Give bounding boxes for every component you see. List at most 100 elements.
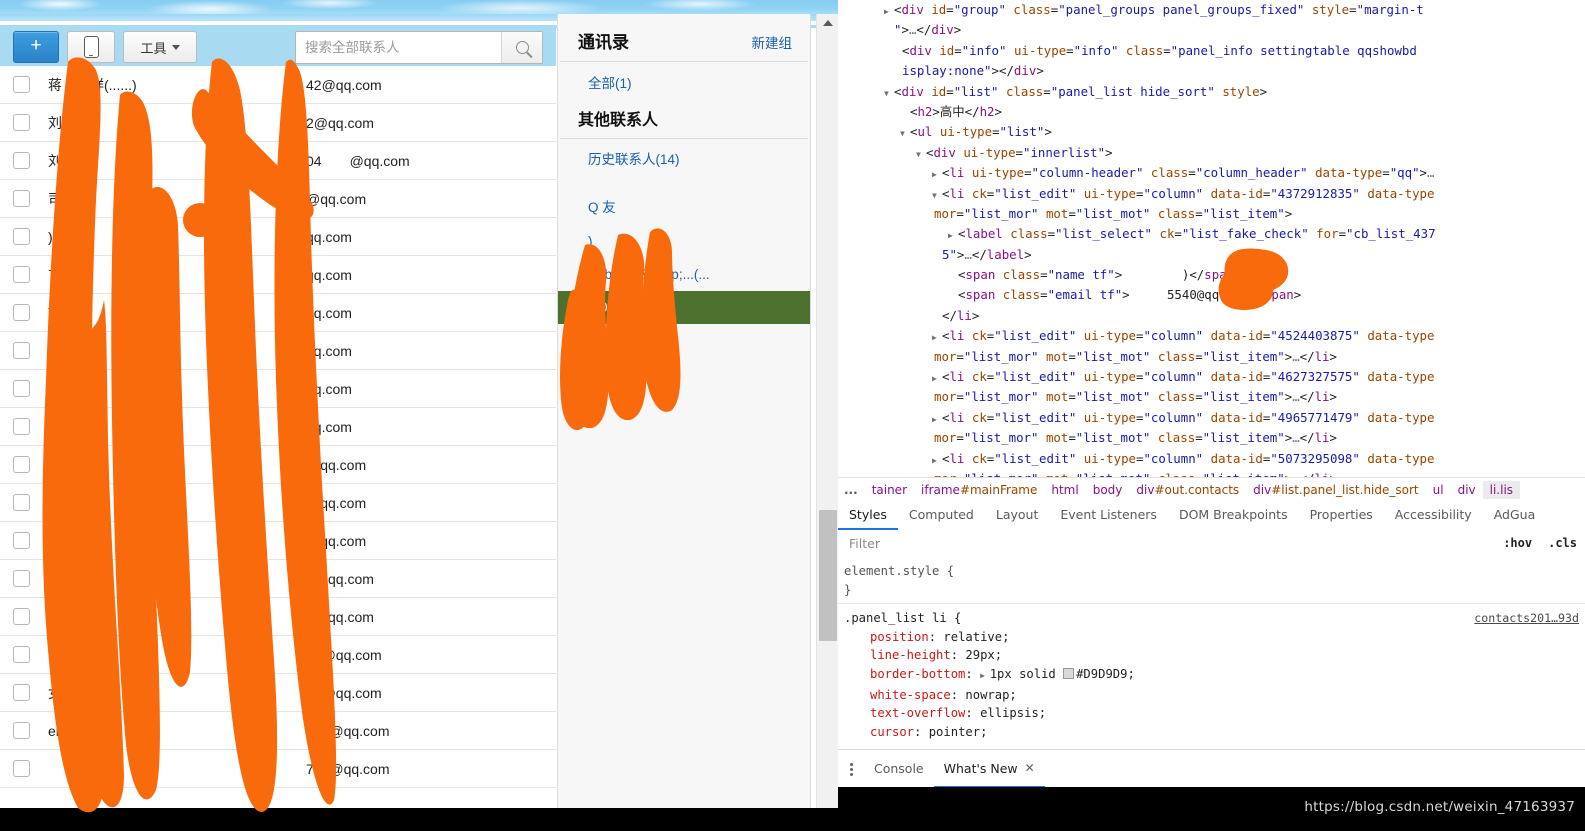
sidebar-pane-tabs[interactable]: Styles Computed Layout Event Listeners DOM B… <box>838 501 1585 531</box>
dom-tree-line[interactable]: <li ui-type="column-header" class="colum… <box>838 163 1585 183</box>
tools-dropdown-button[interactable]: 工具 <box>123 31 197 63</box>
table-row[interactable]: ) qq.com <box>0 218 556 256</box>
contacts-table[interactable]: 蒋 祥(......) 42@qq.com 刘 言 ) 2@qq.com 刘 04 @q… <box>0 66 556 808</box>
search-button[interactable] <box>501 32 542 63</box>
tab-dom-breakpoints[interactable]: DOM Breakpoints <box>1168 501 1299 530</box>
css-declaration[interactable]: line-height: 29px; <box>844 646 1585 665</box>
chevron-right-icon[interactable] <box>932 408 942 430</box>
row-checkbox[interactable] <box>13 684 30 701</box>
row-checkbox[interactable] <box>13 228 30 245</box>
breadcrumb-item[interactable]: li.lis <box>1482 481 1521 499</box>
css-property[interactable]: position <box>870 630 929 644</box>
chevron-right-icon[interactable] <box>932 163 942 185</box>
row-checkbox[interactable] <box>13 114 30 131</box>
group-sublist[interactable]: ) &nbsp;in&nbsp;...(... (105) <box>558 225 810 324</box>
group-item[interactable]: ) <box>558 225 810 258</box>
tab-accessibility[interactable]: Accessibility <box>1384 501 1483 530</box>
chevron-right-icon[interactable] <box>932 326 942 348</box>
scrollbar-thumb[interactable] <box>819 510 837 641</box>
tab-layout[interactable]: Layout <box>985 501 1050 530</box>
table-row[interactable]: hotdly.❤) @qq.com <box>0 522 556 560</box>
cls-toggle-button[interactable]: .cls <box>1540 536 1585 550</box>
row-checkbox[interactable] <box>13 152 30 169</box>
css-value-color[interactable]: #D9D9D9; <box>1076 667 1135 681</box>
row-checkbox[interactable] <box>13 722 30 739</box>
styles-pane[interactable]: element.style { } contacts201…93d .panel… <box>838 556 1585 749</box>
mobile-contacts-button[interactable] <box>67 31 115 63</box>
table-row[interactable]: qq.com <box>0 370 556 408</box>
group-item-history[interactable]: 历史联系人(14) <box>558 139 810 177</box>
row-checkbox[interactable] <box>13 190 30 207</box>
css-declaration[interactable]: position: relative; <box>844 628 1585 647</box>
table-row[interactable]: 刘 04 @qq.com <box>0 142 556 180</box>
add-contact-button[interactable]: + <box>13 31 59 63</box>
table-row[interactable]: ers.) 149@qq.com <box>0 712 556 750</box>
dom-tree-line[interactable]: <li ck="list_edit" ui-type="column" data… <box>838 408 1585 428</box>
table-row[interactable]: 女孩) 87@qq.com <box>0 674 556 712</box>
dom-tree-line[interactable]: <li ck="list_edit" ui-type="column" data… <box>838 326 1585 346</box>
css-property[interactable]: line-height <box>870 648 951 662</box>
breadcrumb-item[interactable]: html <box>1044 481 1085 499</box>
table-row[interactable]: 15@qq.com <box>0 636 556 674</box>
row-checkbox[interactable] <box>13 418 30 435</box>
table-row[interactable]: ) qq.com <box>0 294 556 332</box>
table-row[interactable]: 刘 言 ) 2@qq.com <box>0 104 556 142</box>
group-item[interactable]: &nbsp;in&nbsp;...(... <box>558 258 810 291</box>
elements-dom-tree[interactable]: <div id="group" class="panel_groups pane… <box>838 0 1585 477</box>
row-checkbox[interactable] <box>13 646 30 663</box>
row-checkbox[interactable] <box>13 380 30 397</box>
kebab-menu-icon[interactable] <box>838 762 864 776</box>
dom-tree-line[interactable]: </li> <box>838 306 1585 326</box>
chevron-right-icon[interactable] <box>884 0 894 22</box>
row-checkbox[interactable] <box>13 456 30 473</box>
tab-styles[interactable]: Styles <box>838 501 898 530</box>
group-item-all[interactable]: 全部(1) <box>558 62 810 100</box>
css-value[interactable]: 1px solid <box>990 667 1063 681</box>
row-checkbox[interactable] <box>13 342 30 359</box>
row-checkbox[interactable] <box>13 760 30 777</box>
dom-tree-line[interactable]: <li ck="list_edit" ui-type="column" data… <box>838 184 1585 204</box>
dom-tree-line[interactable]: <div id="list" class="panel_list hide_so… <box>838 82 1585 102</box>
breadcrumb[interactable]: ... tainer iframe#mainFrame html body div#out… <box>838 477 1585 502</box>
dom-tree-line[interactable]: <div id="info" ui-type="info" class="pan… <box>838 41 1585 61</box>
dom-tree-line[interactable]: <ul ui-type="list"> <box>838 122 1585 142</box>
table-row[interactable]: 司 @qq.com <box>0 180 556 218</box>
group-item-qq-friends[interactable]: Q 友 <box>558 187 810 225</box>
table-row[interactable]: sh) @qq.com <box>0 446 556 484</box>
table-row[interactable]: 言 qq.com <box>0 256 556 294</box>
row-checkbox[interactable] <box>13 304 30 321</box>
dom-tree-line[interactable]: <div ui-type="innerlist"> <box>838 143 1585 163</box>
row-checkbox[interactable] <box>13 494 30 511</box>
stylesheet-source-link[interactable]: contacts201…93d <box>1474 609 1579 628</box>
css-property[interactable]: white-space <box>870 688 951 702</box>
table-row[interactable]: 2@qq.com <box>0 598 556 636</box>
chevron-right-icon[interactable] <box>932 367 942 389</box>
hov-toggle-button[interactable]: :hov <box>1495 536 1540 550</box>
chevron-down-icon[interactable] <box>916 143 926 165</box>
dom-tree-line[interactable]: 5">…</label> <box>838 245 1585 265</box>
css-value[interactable]: relative; <box>943 630 1009 644</box>
row-checkbox[interactable] <box>13 532 30 549</box>
page-scrollbar[interactable] <box>816 14 838 831</box>
css-value[interactable]: nowrap; <box>965 688 1016 702</box>
css-rule-panel-list-li[interactable]: contacts201…93d .panel_list li { positio… <box>838 604 1585 749</box>
table-row[interactable]: 由衷❤) qq.com <box>0 332 556 370</box>
dom-tree-line[interactable]: mor="list_mor" mot="list_mot" class="lis… <box>838 469 1585 477</box>
dom-tree-line[interactable]: mor="list_mor" mot="list_mot" class="lis… <box>838 428 1585 448</box>
breadcrumb-item[interactable]: tainer <box>865 481 914 499</box>
tab-event-listeners[interactable]: Event Listeners <box>1049 501 1168 530</box>
dom-tree-line[interactable]: <span class="name tf"> )</span> <box>838 265 1585 285</box>
styles-filter-input[interactable] <box>847 534 1496 552</box>
close-icon[interactable]: ✕ <box>1025 761 1035 775</box>
element-style-rule[interactable]: element.style { } <box>838 556 1585 605</box>
dom-tree-line[interactable]: <span class="email tf"> 5540@qq.com</spa… <box>838 285 1585 305</box>
chevron-right-icon[interactable] <box>948 224 958 246</box>
breadcrumb-item[interactable]: iframe#mainFrame <box>914 481 1044 499</box>
css-property[interactable]: border-bottom <box>870 667 965 681</box>
tab-computed[interactable]: Computed <box>898 501 985 530</box>
css-declarations[interactable]: position: relative; line-height: 29px; bor… <box>844 628 1585 742</box>
table-row[interactable]: ) 4@qq.com <box>0 560 556 598</box>
dom-tree-line[interactable]: <label class="list_select" ck="list_fake… <box>838 224 1585 244</box>
row-checkbox[interactable] <box>13 608 30 625</box>
breadcrumb-item[interactable]: body <box>1086 481 1130 499</box>
